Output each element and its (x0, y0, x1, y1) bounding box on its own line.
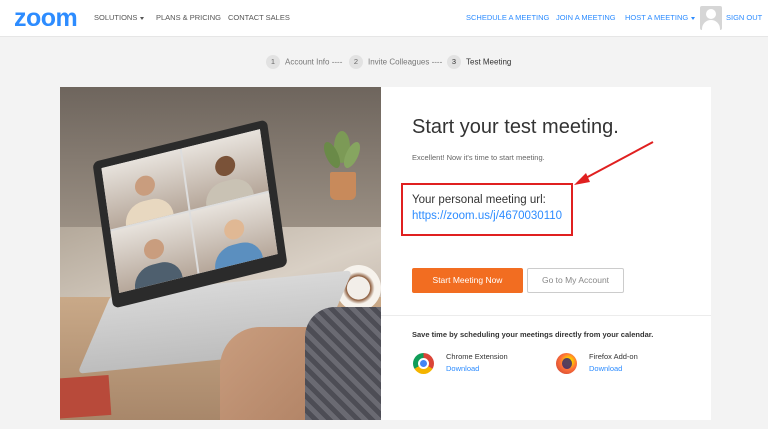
nav-host-meeting[interactable]: HOST A MEETING (625, 13, 696, 22)
firefox-addon-name: Firefox Add-on (589, 352, 638, 361)
step-account-info: 1 Account Info ---- (266, 55, 342, 69)
nav-solutions-label: SOLUTIONS (94, 13, 138, 22)
step-number: 3 (447, 55, 461, 69)
chevron-down-icon (140, 16, 145, 20)
page-subtitle: Excellent! Now it's time to start meetin… (412, 153, 545, 162)
nav-schedule-meeting[interactable]: SCHEDULE A MEETING (466, 13, 549, 22)
nav-contact-sales-label: CONTACT SALES (228, 13, 290, 22)
video-grid (101, 129, 278, 293)
step-number: 2 (349, 55, 363, 69)
sign-out-label: SIGN OUT (726, 13, 763, 22)
step-label: Test Meeting (466, 57, 512, 67)
step-invite-colleagues: 2 Invite Colleagues ---- (349, 55, 442, 69)
red-arrow-icon (574, 141, 654, 185)
step-label: Account Info ---- (285, 57, 343, 67)
nav-schedule-meeting-label: SCHEDULE A MEETING (466, 13, 550, 22)
chevron-down-icon (691, 16, 696, 20)
avatar[interactable] (700, 6, 722, 30)
red-notebook (60, 374, 112, 420)
avatar-body (702, 20, 720, 30)
video-call-photo (60, 87, 381, 420)
nav-join-meeting-label: JOIN A MEETING (556, 13, 616, 22)
nav-host-meeting-label: HOST A MEETING (625, 13, 689, 22)
person-shirt (305, 307, 381, 420)
meeting-url-label: Your personal meeting url: (412, 194, 546, 206)
chrome-icon (413, 353, 434, 374)
step-label: Invite Colleagues ---- (368, 57, 443, 67)
go-to-account-button[interactable]: Go to My Account (527, 268, 624, 293)
sign-out-link[interactable]: SIGN OUT (726, 13, 762, 22)
firefox-icon (556, 353, 577, 374)
top-navbar: zoom SOLUTIONS PLANS & PRICING CONTACT S… (0, 0, 768, 37)
plant-icon (323, 131, 361, 168)
schedule-hint: Save time by scheduling your meetings di… (412, 330, 654, 339)
meeting-url-link[interactable]: https://zoom.us/j/4670030110 (412, 210, 562, 222)
zoom-logo[interactable]: zoom (14, 4, 78, 33)
step-test-meeting: 3 Test Meeting (447, 55, 511, 69)
page-title: Start your test meeting. (412, 116, 619, 138)
chrome-extension-name: Chrome Extension (446, 352, 508, 361)
nav-plans-pricing[interactable]: PLANS & PRICING (156, 13, 221, 22)
step-number: 1 (266, 55, 280, 69)
nav-solutions[interactable]: SOLUTIONS (94, 13, 145, 22)
start-meeting-button[interactable]: Start Meeting Now (412, 268, 523, 293)
avatar-head (706, 9, 716, 19)
divider (381, 315, 711, 316)
nav-plans-pricing-label: PLANS & PRICING (156, 13, 222, 22)
nav-contact-sales[interactable]: CONTACT SALES (228, 13, 290, 22)
chrome-download-link[interactable]: Download (446, 364, 479, 373)
firefox-download-link[interactable]: Download (589, 364, 622, 373)
nav-join-meeting[interactable]: JOIN A MEETING (556, 13, 616, 22)
